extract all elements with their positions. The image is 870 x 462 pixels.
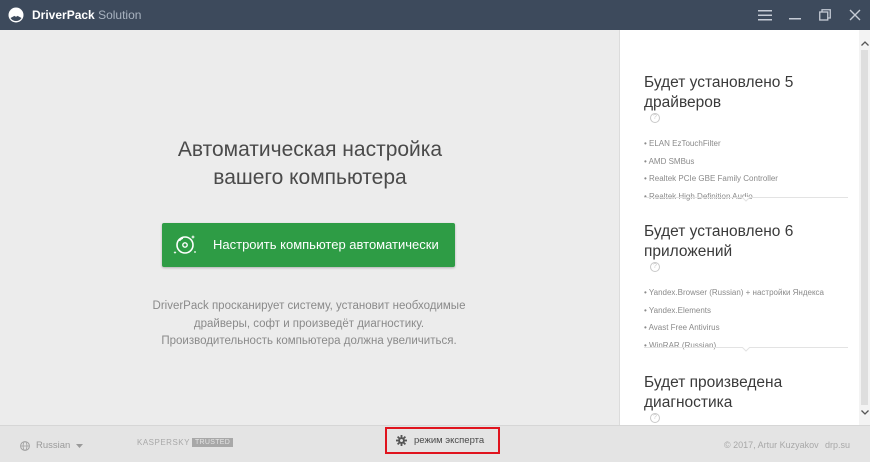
expert-mode-button[interactable]: режим эксперта bbox=[385, 427, 500, 454]
drivers-title-line-2: драйверов bbox=[644, 94, 722, 111]
list-item: • AMD SMBus bbox=[644, 156, 695, 166]
diagnostics-section: Будет произведена диагностика? bbox=[644, 373, 854, 423]
hamburger-icon bbox=[758, 9, 772, 20]
drivers-title: Будет установлено 5 драйверов? bbox=[644, 73, 854, 123]
minimize-button[interactable] bbox=[780, 0, 810, 30]
list-item: • Realtek PCIe GBE Family Controller bbox=[644, 174, 778, 183]
app-name-suffix: Solution bbox=[98, 8, 142, 22]
app-name: DriverPack bbox=[32, 8, 95, 22]
chevron-down-icon bbox=[742, 347, 750, 352]
restore-button[interactable] bbox=[810, 0, 840, 30]
headline-line-2: вашего компьютера bbox=[213, 166, 407, 189]
apps-title: Будет установлено 6 приложений? bbox=[644, 222, 854, 272]
trusted-badge: TRUSTED bbox=[191, 438, 234, 447]
menu-button[interactable] bbox=[750, 0, 780, 30]
drivers-section: Будет установлено 5 драйверов? • ELAN Ez… bbox=[644, 73, 854, 210]
list-item: • ELAN EzTouchFilter bbox=[644, 139, 721, 148]
copyright: © 2017, Artur Kuzyakov bbox=[724, 440, 819, 450]
help-icon[interactable]: ? bbox=[650, 413, 660, 423]
close-icon bbox=[849, 9, 861, 21]
auto-setup-button-label: Настроить компьютер автоматически bbox=[213, 237, 439, 252]
globe-icon bbox=[20, 440, 30, 451]
panel-scrollbar[interactable] bbox=[859, 30, 870, 425]
description: DriverPack просканирует систему, установ… bbox=[100, 298, 518, 351]
restore-icon bbox=[819, 9, 831, 21]
apps-title-line-2: приложений bbox=[644, 243, 733, 260]
list-item: • Avast Free Antivirus bbox=[644, 323, 720, 332]
chevron-up-icon bbox=[860, 40, 869, 46]
diagnostics-title-line-2: диагностика bbox=[644, 394, 733, 411]
kaspersky-logo: KASPERSKY bbox=[137, 438, 190, 447]
list-item: • Yandex.Browser (Russian) + настройки Я… bbox=[644, 288, 824, 297]
chevron-down-icon bbox=[742, 197, 750, 202]
chevron-down-icon bbox=[860, 409, 869, 415]
headline-line-1: Автоматическая настройка bbox=[177, 138, 443, 161]
description-line-3: Производительность компьютера должна уве… bbox=[161, 335, 457, 347]
title-bar: DriverPack Solution bbox=[0, 0, 870, 30]
language-label: Russian bbox=[36, 440, 71, 451]
drivers-title-line-1: Будет установлено 5 bbox=[644, 74, 794, 91]
apps-title-line-1: Будет установлено 6 bbox=[644, 223, 794, 240]
site-link[interactable]: drp.su bbox=[825, 440, 850, 450]
list-item: • Yandex.Elements bbox=[644, 305, 711, 315]
install-summary-panel: Будет установлено 5 драйверов? • ELAN Ez… bbox=[619, 30, 859, 425]
main-area: Автоматическая настройка вашего компьюте… bbox=[0, 30, 620, 425]
help-icon[interactable]: ? bbox=[650, 113, 660, 123]
kaspersky-badge: KASPERSKY TRUSTED bbox=[137, 438, 234, 447]
caret-down-icon bbox=[76, 443, 84, 448]
app-title: DriverPack Solution bbox=[32, 8, 141, 22]
description-line-2: драйверы, софт и произведёт диагностику. bbox=[193, 317, 425, 330]
scroll-thumb[interactable] bbox=[861, 50, 868, 405]
expert-mode-label: режим эксперта bbox=[414, 435, 485, 446]
language-selector[interactable]: Russian bbox=[20, 440, 84, 451]
diagnostics-title-line-1: Будет произведена bbox=[644, 374, 783, 391]
diagnostics-title: Будет произведена диагностика? bbox=[644, 373, 854, 423]
scroll-down-button[interactable] bbox=[859, 405, 870, 419]
close-button[interactable] bbox=[840, 0, 870, 30]
description-line-1: DriverPack просканирует систему, установ… bbox=[152, 300, 466, 312]
page-title: Автоматическая настройка вашего компьюте… bbox=[80, 136, 540, 192]
disc-sparkle-icon bbox=[173, 235, 196, 254]
auto-setup-button[interactable]: Настроить компьютер автоматически bbox=[162, 223, 455, 267]
driverpack-logo-icon bbox=[8, 7, 24, 23]
minimize-icon bbox=[789, 18, 801, 20]
help-icon[interactable]: ? bbox=[650, 262, 660, 272]
apps-section: Будет установлено 6 приложений? • Yandex… bbox=[644, 222, 854, 359]
gear-icon bbox=[396, 435, 407, 446]
scroll-up-button[interactable] bbox=[859, 36, 870, 50]
